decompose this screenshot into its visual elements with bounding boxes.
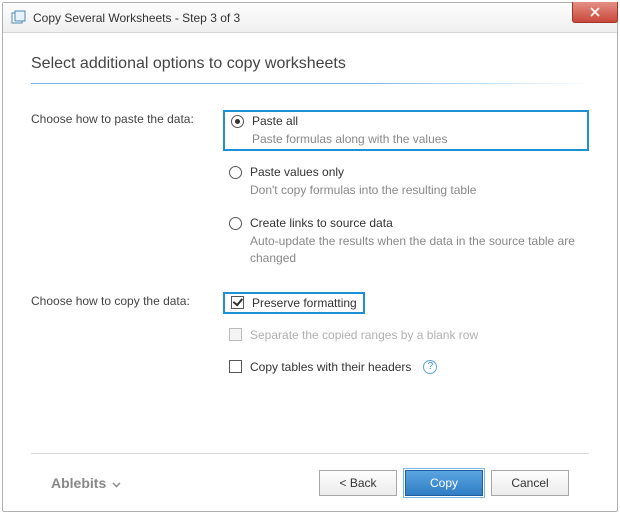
close-button[interactable]: [572, 2, 618, 23]
checkbox-label: Separate the copied ranges by a blank ro…: [250, 328, 478, 342]
radio-label: Paste all: [252, 114, 298, 128]
divider: [31, 83, 589, 84]
checkbox-icon: [229, 360, 242, 373]
radio-desc: Auto-update the results when the data in…: [250, 233, 583, 265]
dialog-window: Copy Several Worksheets - Step 3 of 3 Se…: [2, 2, 618, 512]
radio-desc: Don't copy formulas into the resulting t…: [250, 182, 583, 198]
brand-menu[interactable]: Ablebits: [51, 475, 121, 491]
radio-icon: [229, 166, 242, 179]
checkbox-icon: [229, 328, 242, 341]
app-icon: [11, 10, 27, 26]
window-title: Copy Several Worksheets - Step 3 of 3: [33, 11, 240, 25]
check-preserve-formatting[interactable]: Preserve formatting: [223, 292, 365, 314]
dialog-body: Select additional options to copy worksh…: [3, 33, 617, 511]
radio-label: Create links to source data: [250, 216, 393, 230]
check-copy-headers[interactable]: Copy tables with their headers ?: [223, 356, 589, 378]
page-title: Select additional options to copy worksh…: [31, 55, 589, 73]
radio-label: Paste values only: [250, 165, 344, 179]
radio-icon: [231, 115, 244, 128]
paste-prompt: Choose how to paste the data:: [31, 110, 223, 126]
brand-label: Ablebits: [51, 475, 106, 491]
copy-button[interactable]: Copy: [405, 470, 483, 496]
titlebar: Copy Several Worksheets - Step 3 of 3: [3, 3, 617, 33]
dialog-footer: Ablebits < Back Copy Cancel: [31, 453, 589, 511]
back-button[interactable]: < Back: [319, 470, 397, 496]
radio-create-links[interactable]: Create links to source data Auto-update …: [223, 212, 589, 269]
radio-desc: Paste formulas along with the values: [252, 131, 581, 147]
radio-icon: [229, 217, 242, 230]
check-separate-blank-row: Separate the copied ranges by a blank ro…: [223, 324, 589, 346]
radio-paste-all[interactable]: Paste all Paste formulas along with the …: [223, 110, 589, 151]
chevron-down-icon: [112, 475, 121, 491]
checkbox-icon: [231, 296, 244, 309]
radio-paste-values[interactable]: Paste values only Don't copy formulas in…: [223, 161, 589, 202]
checkbox-label: Copy tables with their headers: [250, 360, 411, 374]
cancel-button[interactable]: Cancel: [491, 470, 569, 496]
help-icon[interactable]: ?: [423, 360, 437, 374]
copy-prompt: Choose how to copy the data:: [31, 292, 223, 308]
checkbox-label: Preserve formatting: [252, 296, 357, 310]
